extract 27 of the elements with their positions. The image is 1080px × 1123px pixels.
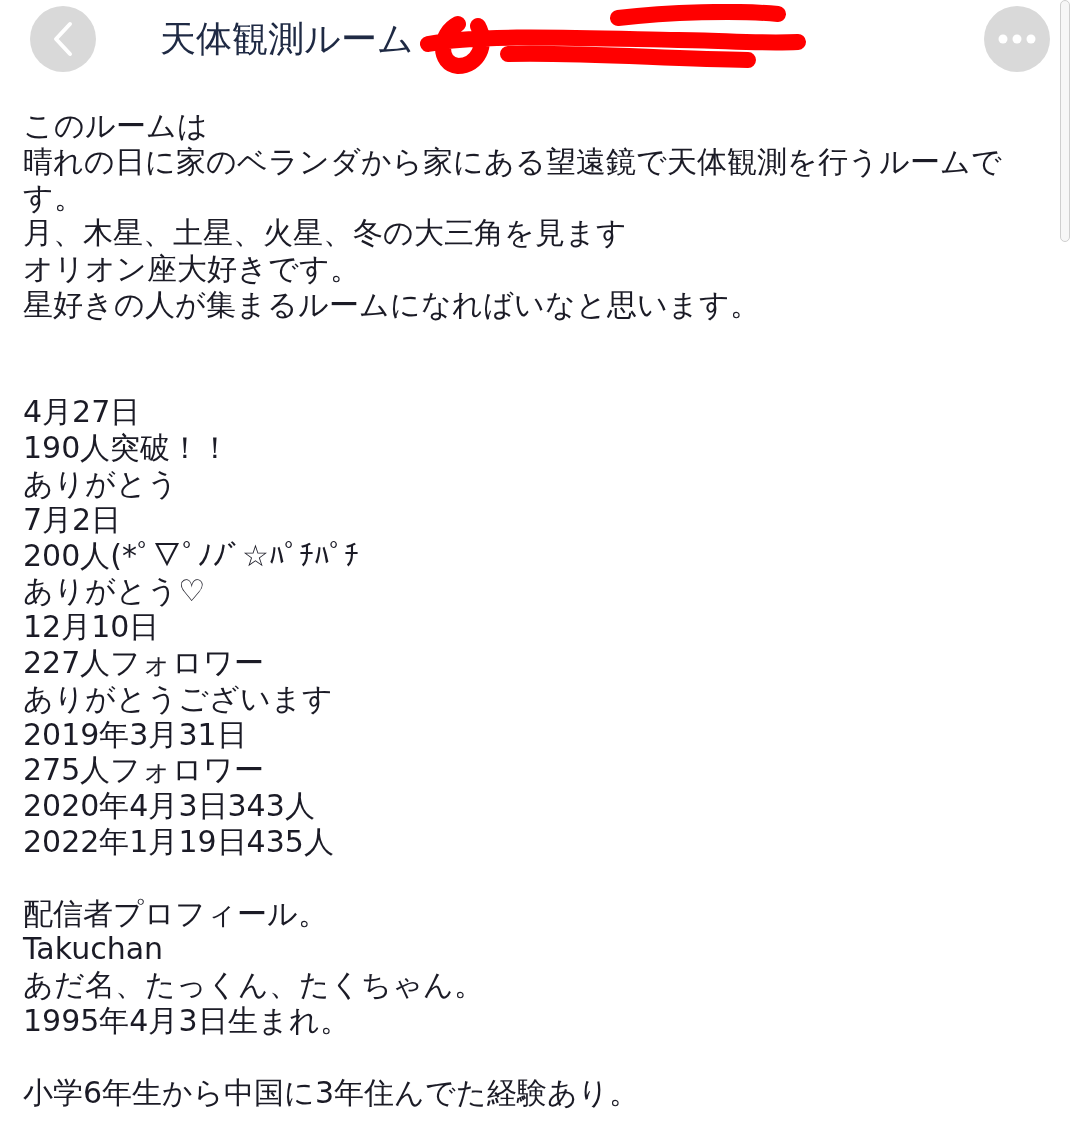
room-title: 天体観測ルーム [160, 21, 414, 57]
description-line: 小学6年生から中国に3年住んでた経験あり。 [23, 1074, 641, 1111]
back-icon [52, 21, 74, 57]
description-line: このルームは [23, 108, 209, 144]
scrollbar[interactable] [1060, 0, 1070, 242]
description-line: ありがとう♡ [23, 573, 206, 610]
description-line: 227人フォロワー [23, 644, 266, 681]
description-line: ありがとうございます [23, 680, 334, 717]
description-line: 2022年1月19日435人 [23, 823, 335, 860]
description-line: 190人突破！！ [23, 430, 232, 466]
description-line: 2019年3月31日 [23, 716, 248, 753]
description-line: 星好きの人が集まるルームになればいなと思います。 [23, 287, 761, 323]
description-line: あだ名、たっくん、たくちゃん。 [23, 967, 485, 1003]
description-line: 4月27日 [23, 394, 142, 431]
description-line: ありがとう [23, 465, 179, 502]
description-line: 12月10日 [23, 609, 161, 645]
description-line: 2020年4月3日343人 [23, 788, 316, 824]
description-line: 配信者プロフィール。 [23, 895, 329, 932]
description-line: Takuchan [23, 931, 165, 968]
description-line: オリオン座大好きです。 [23, 251, 361, 287]
more-icon [998, 34, 1036, 44]
description-line: 7月2日 [23, 501, 123, 538]
description-line: 275人フォロワー [23, 752, 266, 789]
description-line: 月、木星、土星、火星、冬の大三角を見ます [23, 215, 628, 252]
description-line: 晴れの日に家のベランダから家にある望遠鏡で天体観測を行うルームです。 [23, 143, 1003, 216]
description-line: 200人(*ﾟ▽ﾟﾉﾉﾞ☆ﾊﾟﾁﾊﾟﾁ [23, 537, 360, 574]
description-line: 1995年4月3日生まれ。 [23, 1002, 351, 1039]
